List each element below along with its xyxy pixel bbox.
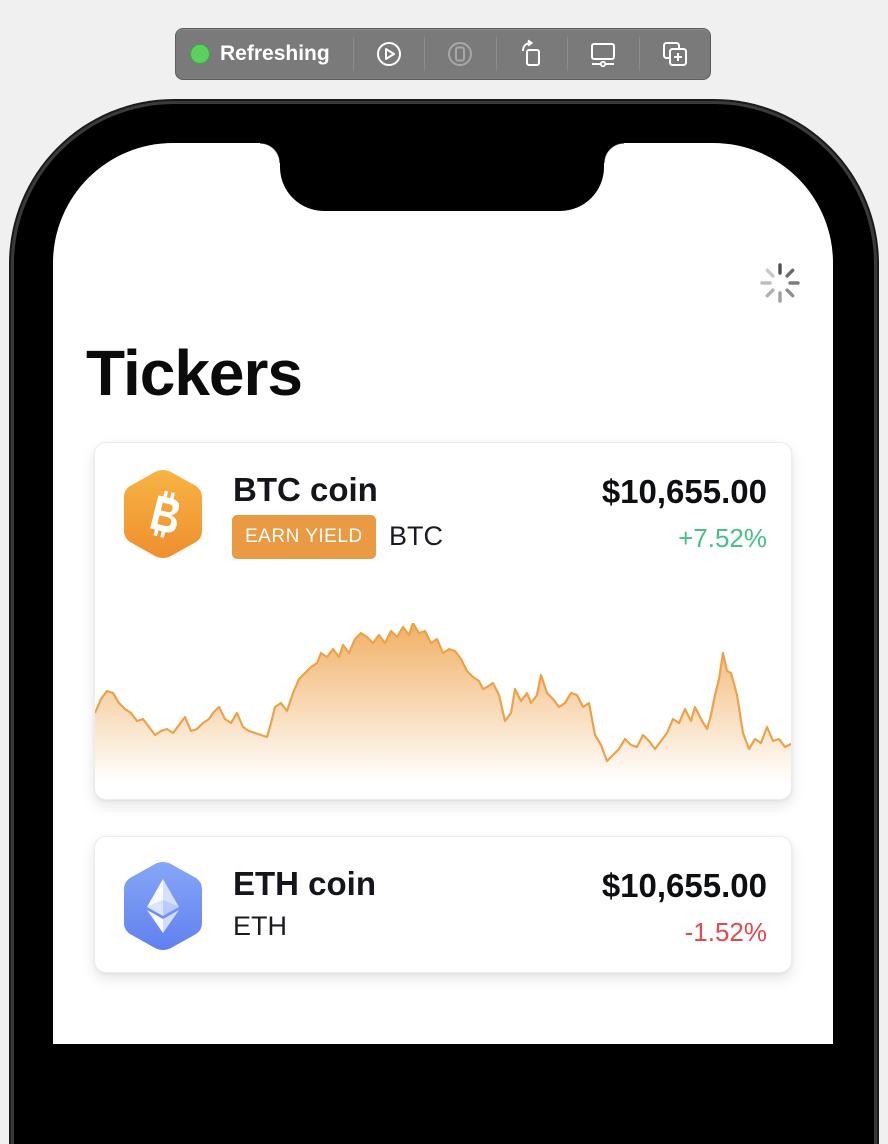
ticker-name: BTC coin — [233, 471, 378, 508]
device-button[interactable] — [425, 29, 495, 79]
earn-yield-badge: EARN YIELD — [232, 515, 376, 559]
rotate-icon — [521, 39, 540, 66]
simulator-toolbar: Refreshing — [175, 28, 711, 80]
ticker-name: ETH coin — [233, 865, 377, 902]
display-button[interactable] — [568, 29, 638, 79]
activity-spinner-icon — [760, 263, 800, 303]
refresh-status: Refreshing — [176, 29, 353, 79]
ticker-price: $10,655.00 — [601, 473, 767, 510]
sparkline-area — [95, 623, 791, 783]
ticker-symbol: ETH — [233, 911, 287, 941]
ticker-change: +7.52% — [678, 523, 767, 553]
bitcoin-icon — [124, 470, 202, 558]
status-label: Refreshing — [220, 42, 330, 65]
price-sparkline — [95, 623, 791, 783]
ticker-card-eth[interactable]: ETH coin ETH $10,655.00 -1.52% — [94, 836, 792, 973]
duplicate-icon — [662, 42, 687, 66]
device-icon — [448, 42, 473, 66]
ticker-symbol: BTC — [389, 521, 443, 551]
device-notch — [260, 143, 624, 211]
rotate-button[interactable] — [497, 29, 567, 79]
ticker-price: $10,655.00 — [601, 867, 767, 904]
status-indicator-icon — [190, 44, 210, 64]
play-button[interactable] — [354, 29, 424, 79]
ethereum-icon — [124, 862, 202, 950]
display-icon — [591, 43, 616, 68]
page-title: Tickers — [86, 337, 303, 409]
play-circle-icon — [376, 42, 401, 66]
ticker-card-btc[interactable]: BTC coin EARN YIELD BTC $10,655.00 +7.52… — [94, 442, 792, 800]
duplicate-button[interactable] — [640, 29, 710, 79]
ticker-change: -1.52% — [684, 917, 767, 947]
